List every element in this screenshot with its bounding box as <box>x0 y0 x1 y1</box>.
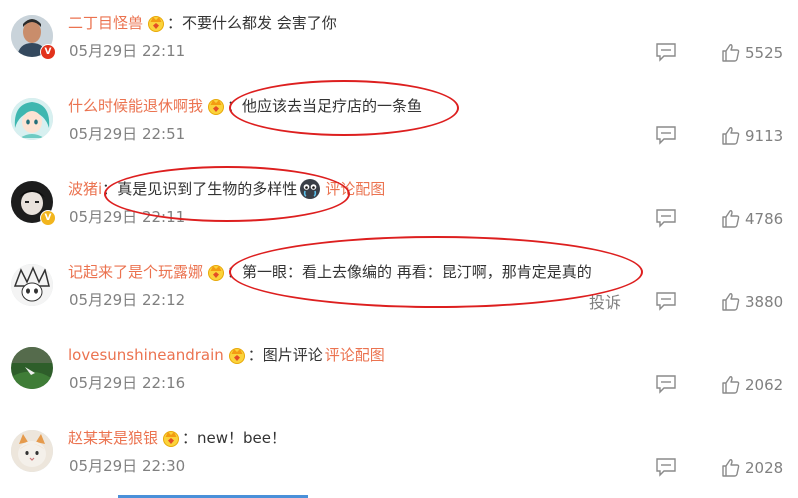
like-icon[interactable] <box>721 292 741 312</box>
comment-image-link[interactable]: 评论配图 <box>325 176 385 202</box>
crown-badge-icon <box>161 429 181 447</box>
reply-icon[interactable] <box>655 374 677 394</box>
comment-time: 05月29日 22:12 <box>69 291 186 309</box>
separator: ： <box>182 429 198 447</box>
comment-item: V 二丁目怪兽 ： 不要什么都发 会害了你 05月29日 22:11 5525 <box>0 0 798 83</box>
comment-text: 第一眼：看上去像编的 再看：昆汀啊，那肯定是真的 <box>242 263 592 281</box>
like-icon[interactable] <box>721 458 741 478</box>
avatar[interactable] <box>11 430 53 472</box>
separator: ： <box>227 263 243 281</box>
like-count: 5525 <box>745 44 784 62</box>
anime-girl-teal-hair-icon <box>11 98 53 140</box>
separator: ： <box>102 180 118 198</box>
comment-item: 什么时候能退休啊我 ： 他应该去当足疗店的一条鱼 05月29日 22:51 91… <box>0 83 798 166</box>
crown-badge-icon <box>206 263 226 281</box>
comment-text: new！bee！ <box>197 429 287 447</box>
reply-icon[interactable] <box>655 42 677 62</box>
separator: ： <box>247 346 263 364</box>
comment-item: lovesunshineandrain ： 图片评论 评论配图 05月29日 2… <box>0 332 798 415</box>
like-count: 2062 <box>745 376 784 394</box>
comment-text: 真是见识到了生物的多样性 <box>117 180 298 198</box>
username-link[interactable]: 什么时候能退休啊我 <box>68 93 203 119</box>
comment-item: 赵某某是狼银 ： new！bee！ 05月29日 22:30 2028 <box>0 415 798 498</box>
comment-time: 05月29日 22:11 <box>69 42 186 60</box>
comment-time: 05月29日 22:51 <box>69 125 186 143</box>
username-link[interactable]: lovesunshineandrain <box>68 342 224 368</box>
avatar[interactable] <box>11 98 53 140</box>
comment-text: 不要什么都发 会害了你 <box>182 14 337 32</box>
comment-time: 05月29日 22:16 <box>69 374 186 392</box>
like-count: 3880 <box>745 293 784 311</box>
crown-badge-icon <box>227 346 247 364</box>
comment-text: 图片评论 <box>262 346 323 364</box>
reply-icon[interactable] <box>655 291 677 311</box>
username-link[interactable]: 波猪i <box>68 176 102 202</box>
like-count: 4786 <box>745 210 784 228</box>
like-count: 2028 <box>745 459 784 477</box>
crown-badge-icon <box>146 14 166 32</box>
comment-list: V 二丁目怪兽 ： 不要什么都发 会害了你 05月29日 22:11 5525 … <box>0 0 798 498</box>
username-link[interactable]: 二丁目怪兽 <box>68 10 143 36</box>
like-icon[interactable] <box>721 375 741 395</box>
reply-icon[interactable] <box>655 125 677 145</box>
reply-icon[interactable] <box>655 208 677 228</box>
avatar[interactable] <box>11 347 53 389</box>
comment-time: 05月29日 22:30 <box>69 457 186 475</box>
report-link[interactable]: 投诉 <box>589 289 621 313</box>
comment-item: 记起来了是个玩露娜 ： 第一眼：看上去像编的 再看：昆汀啊，那肯定是真的 05月… <box>0 249 798 332</box>
crown-badge-icon <box>206 97 226 115</box>
orange-cat-icon <box>11 430 53 472</box>
comment-text: 他应该去当足疗店的一条鱼 <box>242 97 423 115</box>
crying-emoji-icon <box>299 178 321 200</box>
like-icon[interactable] <box>721 126 741 146</box>
like-count: 9113 <box>745 127 784 145</box>
green-landscape-icon <box>11 347 53 389</box>
reply-icon[interactable] <box>655 457 677 477</box>
comment-item: V 波猪i ： 真是见识到了生物的多样性 评论配图 05月29日 22:11 4… <box>0 166 798 249</box>
separator: ： <box>167 14 183 32</box>
like-icon[interactable] <box>721 43 741 63</box>
comment-time: 05月29日 22:11 <box>69 208 186 226</box>
verified-badge-icon: V <box>40 44 56 60</box>
username-link[interactable]: 记起来了是个玩露娜 <box>68 259 203 285</box>
username-link[interactable]: 赵某某是狼银 <box>68 425 158 451</box>
avatar[interactable] <box>11 264 53 306</box>
manga-sketch-icon <box>11 264 53 306</box>
verified-badge-icon: V <box>40 210 56 226</box>
comment-image-link[interactable]: 评论配图 <box>325 342 385 368</box>
separator: ： <box>227 97 243 115</box>
like-icon[interactable] <box>721 209 741 229</box>
